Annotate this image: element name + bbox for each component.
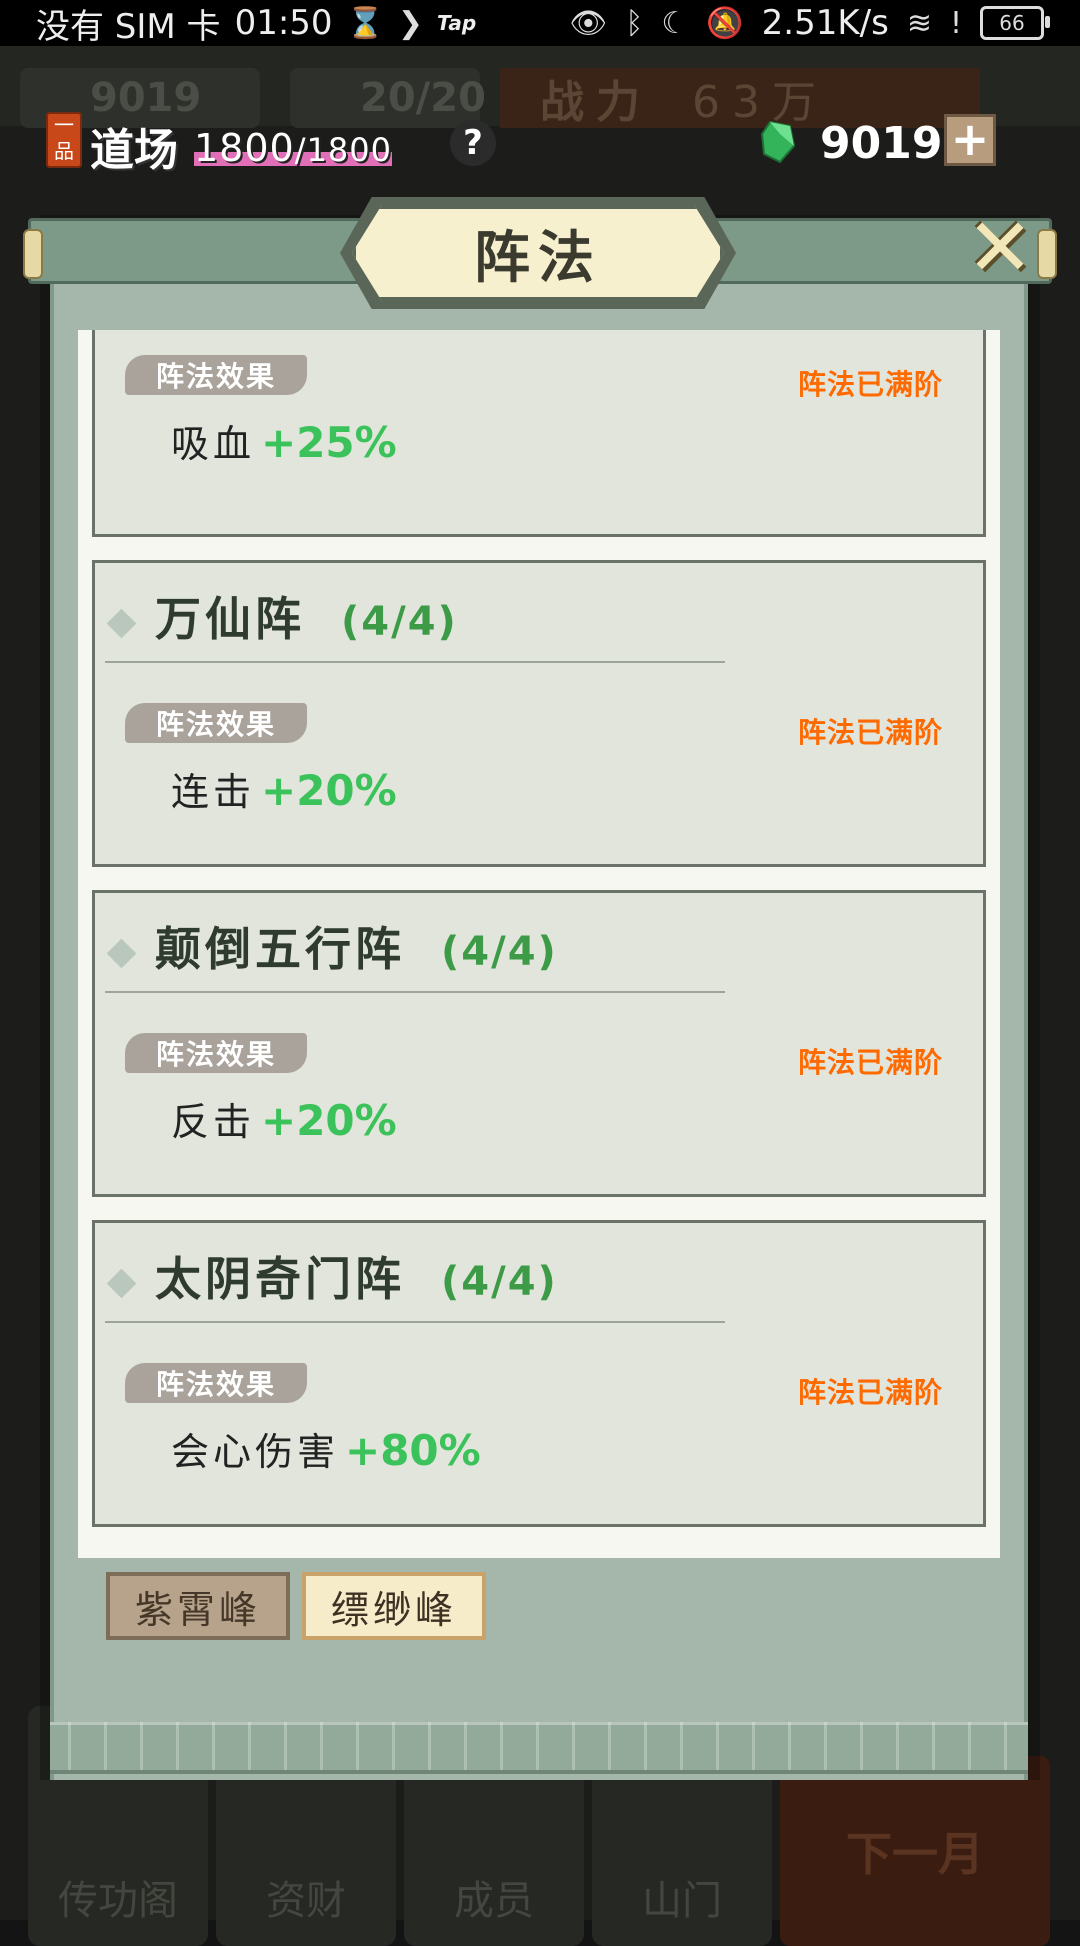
diamond-icon [106, 1268, 137, 1299]
dialog-footer-pattern [50, 1722, 1028, 1774]
formation-level: (4/4) [441, 1259, 558, 1305]
diamond-icon [106, 938, 137, 969]
formation-level: (4/4) [441, 929, 558, 975]
battery-level: 66 [999, 11, 1025, 35]
maxed-label: 阵法已满阶 [797, 1046, 943, 1079]
maxed-label: 阵法已满阶 [797, 716, 943, 749]
formation-level: (4/4) [341, 599, 458, 645]
bluetooth-icon: ᛒ [625, 5, 644, 41]
grade-badge: 一品 [46, 112, 82, 168]
mute-bell-icon: 🔕 [706, 5, 744, 41]
peak-tab-zixiao[interactable]: 紫霄峰 [106, 1572, 290, 1640]
background-power-label: 战力 [540, 77, 652, 128]
formation-card: 颠倒五行阵 (4/4) 阵法效果 阵法已满阶 反击 +20% [92, 890, 986, 1197]
battery-icon: 66 [980, 6, 1050, 40]
formation-title: 颠倒五行阵 (4/4) [155, 913, 558, 979]
wifi-icon: ≋ [906, 5, 932, 41]
divider [105, 1321, 725, 1323]
background-next-month: 下一月 [780, 1756, 1050, 1946]
formation-title: 太阴奇门阵 (4/4) [155, 1243, 558, 1309]
app-notification-icon: ❯ [397, 5, 424, 41]
dojo-current: 1800 [194, 126, 295, 170]
gem-icon [760, 120, 796, 164]
add-gems-button[interactable]: + [944, 114, 996, 166]
diamond-icon [106, 608, 137, 639]
maxed-label: 阵法已满阶 [797, 368, 943, 401]
dojo-max: /1800 [294, 131, 392, 169]
effect-line: 会心伤害 +80% [171, 1421, 481, 1476]
effect-tag: 阵法效果 [125, 355, 307, 395]
status-bar: 没有 SIM 卡 01:50 ⌛ ❯ Tap 👁 ᛒ ☾ 🔕 2.51K/s ≋… [0, 0, 1080, 47]
effect-line: 反击 +20% [171, 1091, 397, 1146]
formation-title: 万仙阵 (4/4) [155, 583, 458, 649]
formation-name: 颠倒五行阵 [155, 922, 405, 976]
carrier-text: 没有 SIM 卡 [36, 6, 221, 47]
formation-card: 万仙阵 (4/4) 阵法效果 阵法已满阶 连击 +20% [92, 560, 986, 867]
help-button[interactable]: ? [450, 120, 496, 166]
dialog-title: 阵法 [352, 205, 724, 301]
effect-line: 吸血 +25% [171, 413, 397, 468]
effect-tag: 阵法效果 [125, 703, 307, 743]
formation-card: 太阴奇门阵 (4/4) 阵法效果 阵法已满阶 会心伤害 +80% [92, 1220, 986, 1527]
scroll-cap-left [23, 229, 43, 279]
gem-count: 9019 [820, 118, 943, 169]
effect-name: 会心伤害 [171, 1430, 340, 1474]
formation-list[interactable]: 阵法效果 阵法已满阶 吸血 +25% 万仙阵 (4/4) 阵法效果 阵法已满阶 连击… [78, 330, 1000, 1558]
scroll-cap-right [1037, 229, 1057, 279]
effect-bonus: +80% [345, 1426, 481, 1475]
eye-icon: 👁 [569, 5, 608, 41]
alert-icon: ! [949, 5, 962, 41]
maxed-label: 阵法已满阶 [797, 1376, 943, 1409]
formation-name: 万仙阵 [155, 592, 305, 646]
divider [105, 991, 725, 993]
net-speed: 2.51K/s [761, 3, 889, 43]
clock: 01:50 [234, 3, 333, 43]
effect-bonus: +20% [261, 1096, 397, 1145]
effect-name: 反击 [171, 1100, 256, 1144]
peak-tab-piaomiao[interactable]: 缥缈峰 [302, 1572, 486, 1640]
formation-card: 阵法效果 阵法已满阶 吸血 +25% [92, 330, 986, 537]
formation-name: 太阴奇门阵 [155, 1252, 405, 1306]
divider [105, 661, 725, 663]
tap-icon: Tap [437, 11, 477, 35]
effect-bonus: +20% [261, 766, 397, 815]
moon-icon: ☾ [661, 5, 689, 41]
dojo-label: 道场 [90, 125, 178, 176]
hourglass-icon: ⌛ [346, 5, 384, 41]
effect-line: 连击 +20% [171, 761, 397, 816]
effect-tag: 阵法效果 [125, 1363, 307, 1403]
effect-tag: 阵法效果 [125, 1033, 307, 1073]
effect-bonus: +25% [261, 418, 397, 467]
background-stamina: 20/20 [290, 68, 486, 128]
dojo-capacity: 1800/1800 [194, 126, 392, 170]
effect-name: 连击 [171, 770, 256, 814]
effect-name: 吸血 [171, 422, 256, 466]
close-button[interactable]: ✕ [960, 208, 1040, 288]
